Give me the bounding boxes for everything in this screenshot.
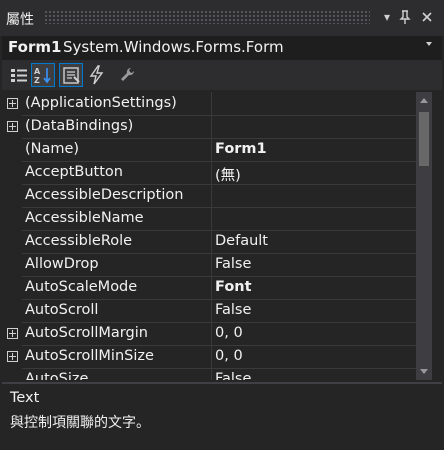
column-separator (211, 276, 212, 299)
toolbar: A Z (2, 60, 442, 90)
property-value[interactable]: 0, 0 (215, 348, 243, 364)
scroll-thumb[interactable] (419, 112, 429, 166)
alphabetical-icon[interactable]: A Z (31, 63, 55, 87)
scroll-down-icon[interactable] (420, 369, 428, 374)
property-pages-icon[interactable] (116, 64, 138, 86)
column-separator (211, 368, 212, 380)
property-name: AutoScaleMode (25, 279, 138, 295)
property-name: AutoSize (25, 371, 89, 380)
column-separator (211, 345, 212, 368)
column-separator (211, 92, 212, 115)
row-gutter (2, 345, 22, 368)
row-gutter (2, 368, 22, 380)
vertical-scrollbar[interactable] (416, 92, 432, 380)
property-value[interactable]: False (215, 256, 251, 272)
property-value[interactable]: 0, 0 (215, 325, 243, 341)
property-value[interactable]: Default (215, 233, 268, 249)
property-row[interactable]: AutoScrollMargin 0, 0 (2, 322, 416, 346)
property-name: AllowDrop (25, 256, 99, 272)
column-separator (211, 299, 212, 322)
property-name: AutoScroll (25, 302, 99, 318)
property-row[interactable]: AutoScrollMinSize 0, 0 (2, 345, 416, 369)
property-row[interactable]: AutoSize False (2, 368, 416, 380)
property-value[interactable]: Form1 (215, 141, 267, 157)
categorized-icon[interactable] (8, 64, 30, 86)
description-text: 與控制項關聯的文字。 (10, 415, 150, 431)
description-title: Text (10, 390, 40, 406)
row-gutter (2, 230, 22, 253)
row-gutter (2, 92, 22, 115)
column-separator (211, 230, 212, 253)
row-gutter (2, 322, 22, 345)
row-gutter (2, 253, 22, 276)
properties-window: 屬性 ▾ Form1 System.Windows.Forms.Form A Z (0, 0, 444, 450)
column-separator (211, 207, 212, 230)
column-separator (211, 115, 212, 138)
row-gutter (2, 138, 22, 161)
property-name: (Name) (25, 141, 80, 157)
property-row[interactable]: (ApplicationSettings) (2, 92, 416, 116)
property-name: AccessibleDescription (25, 187, 184, 203)
properties-icon[interactable] (59, 63, 83, 87)
column-separator (211, 138, 212, 161)
expand-plus-icon[interactable] (7, 328, 18, 339)
property-name: AcceptButton (25, 164, 123, 180)
description-panel: Text 與控制項關聯的文字。 (2, 382, 442, 450)
property-row[interactable]: AccessibleDescription (2, 184, 416, 208)
property-row[interactable]: AccessibleRole Default (2, 230, 416, 254)
expand-plus-icon[interactable] (7, 98, 18, 109)
title-bar[interactable]: 屬性 ▾ (0, 0, 444, 36)
object-selector[interactable]: Form1 System.Windows.Forms.Form (2, 36, 442, 60)
row-gutter (2, 161, 22, 184)
row-gutter (2, 276, 22, 299)
property-name: AccessibleRole (25, 233, 133, 249)
column-separator (211, 253, 212, 276)
property-row[interactable]: AutoScaleMode Font (2, 276, 416, 300)
expand-plus-icon[interactable] (7, 351, 18, 362)
close-icon[interactable] (418, 8, 436, 26)
row-gutter (2, 184, 22, 207)
object-type: System.Windows.Forms.Form (63, 38, 284, 56)
property-name: AutoScrollMargin (25, 325, 148, 341)
svg-text:A: A (34, 67, 41, 76)
pin-icon[interactable] (396, 8, 414, 26)
chevron-down-icon[interactable] (426, 42, 432, 46)
property-value[interactable]: False (215, 371, 251, 380)
row-gutter (2, 207, 22, 230)
row-gutter (2, 115, 22, 138)
property-row[interactable]: AcceptButton (無) (2, 161, 416, 185)
property-row[interactable]: AutoScroll False (2, 299, 416, 323)
column-separator (211, 322, 212, 345)
dropdown-icon[interactable]: ▾ (378, 8, 396, 26)
property-name: (DataBindings) (25, 118, 134, 134)
expand-plus-icon[interactable] (7, 121, 18, 132)
column-separator (211, 184, 212, 207)
column-separator (211, 161, 212, 184)
property-name: AutoScrollMinSize (25, 348, 154, 364)
property-row[interactable]: (DataBindings) (2, 115, 416, 139)
row-gutter (2, 299, 22, 322)
scroll-up-icon[interactable] (420, 98, 428, 103)
events-icon[interactable] (86, 64, 108, 86)
property-row[interactable]: AllowDrop False (2, 253, 416, 277)
property-row[interactable]: (Name) Form1 (2, 138, 416, 162)
property-grid: (ApplicationSettings) (DataBindings) (Name… (2, 92, 416, 380)
property-row[interactable]: AccessibleName (2, 207, 416, 231)
property-value[interactable]: (無) (215, 164, 241, 185)
svg-text:Z: Z (34, 76, 40, 85)
property-value[interactable]: Font (215, 279, 252, 295)
title-grip (44, 10, 370, 24)
property-name: (ApplicationSettings) (25, 95, 177, 111)
property-name: AccessibleName (25, 210, 144, 226)
object-name: Form1 (8, 38, 62, 56)
window-title: 屬性 (6, 12, 34, 28)
property-value[interactable]: False (215, 302, 251, 318)
